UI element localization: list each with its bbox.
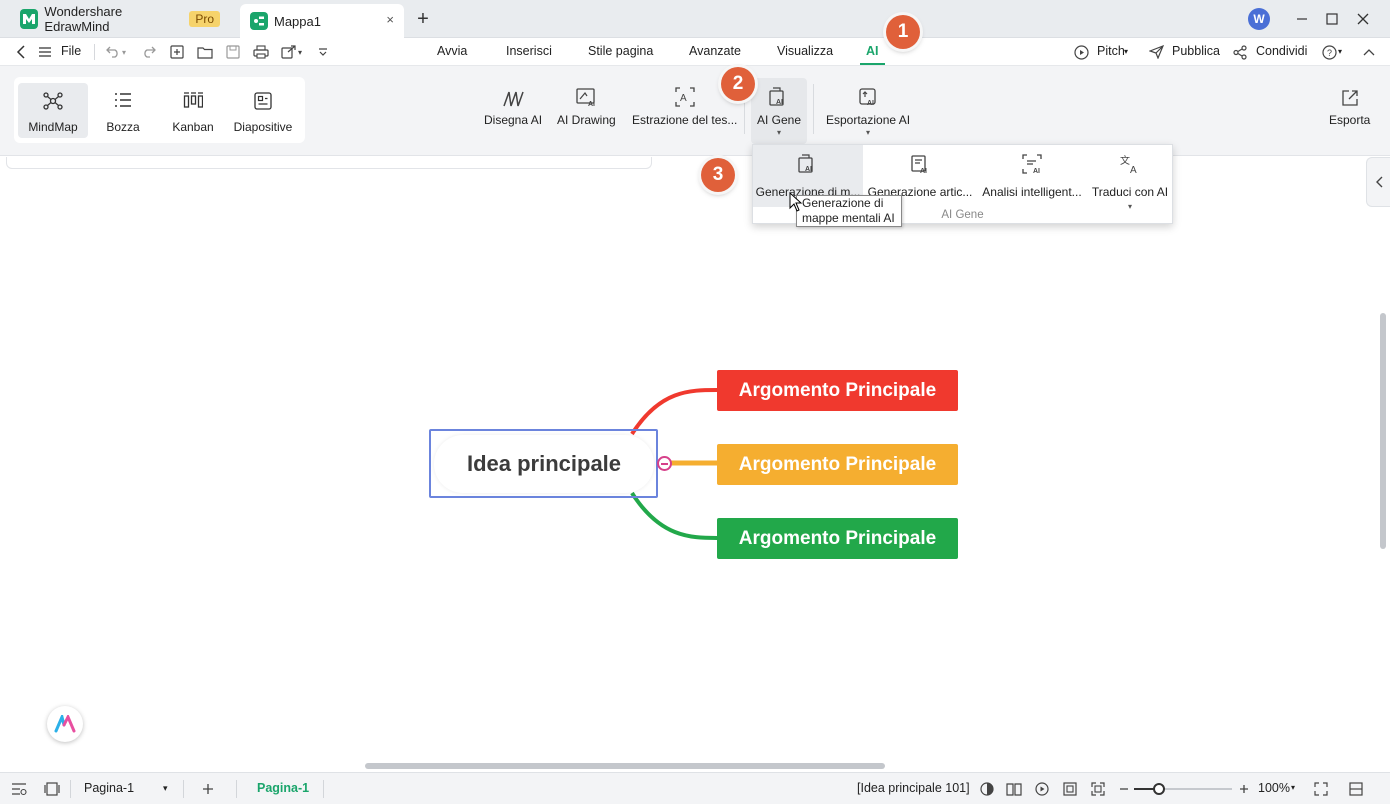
ai-mindmap-generation-icon: AI (797, 153, 819, 175)
svg-text:AI: AI (1033, 168, 1040, 175)
fullscreen-icon[interactable] (1313, 781, 1329, 797)
zoom-in-icon[interactable] (1236, 781, 1252, 797)
tooltip: Generazione di mappe mentali AI (796, 195, 902, 227)
separator (70, 780, 71, 798)
mouse-cursor-icon (789, 192, 803, 212)
fit-page-icon[interactable] (1062, 781, 1078, 797)
tooltip-line-2: mappe mentali AI (802, 211, 895, 225)
ai-smart-analysis-label: Analisi intelligent... (982, 185, 1082, 199)
svg-text:A: A (1130, 165, 1137, 175)
collapse-branch-icon[interactable] (657, 456, 672, 471)
panel-toggle-icon[interactable] (1348, 781, 1364, 797)
fit-screen-icon[interactable] (1090, 781, 1106, 797)
zoom-out-icon[interactable] (1116, 781, 1132, 797)
status-bar: Pagina-1 ▾ Pagina-1 [Idea principale 101… (0, 772, 1390, 804)
svg-text:文: 文 (1120, 154, 1130, 167)
zoom-level[interactable]: 100% (1258, 781, 1290, 795)
add-page-icon[interactable] (200, 781, 216, 797)
book-view-icon[interactable] (1006, 781, 1022, 797)
theme-icon[interactable] (979, 781, 995, 797)
zoom-slider-handle[interactable] (1153, 783, 1165, 795)
vertical-scrollbar[interactable] (1380, 313, 1386, 549)
ai-assistant-button[interactable] (47, 706, 83, 742)
separator (183, 780, 184, 798)
horizontal-scrollbar[interactable] (365, 763, 885, 769)
ai-smart-analysis-icon: AI (1021, 153, 1043, 175)
ai-article-generation-icon: AI (909, 153, 931, 175)
ai-smart-analysis-item[interactable]: AI Analisi intelligent... (977, 145, 1087, 207)
mindmap-connectors (630, 388, 718, 540)
zoom-dropdown-icon[interactable]: ▾ (1291, 783, 1295, 792)
central-topic[interactable]: Idea principale (434, 435, 654, 493)
svg-text:AI: AI (920, 168, 927, 175)
page-select-dropdown-icon[interactable]: ▾ (163, 783, 168, 794)
main-topic-2[interactable]: Argomento Principale (717, 444, 958, 485)
page-list-icon[interactable] (11, 781, 27, 797)
play-icon[interactable] (1034, 781, 1050, 797)
ai-translate-label: Traduci con AI (1091, 185, 1169, 199)
main-topic-3[interactable]: Argomento Principale (717, 518, 958, 559)
zoom-slider-track[interactable] (1134, 783, 1232, 795)
page-thumbnails-icon[interactable] (44, 781, 60, 797)
step-badge-2: 2 (721, 67, 755, 101)
step-badge-3: 3 (701, 158, 735, 192)
tooltip-line-1: Generazione di (802, 196, 884, 210)
side-panel-toggle[interactable] (1366, 157, 1390, 207)
active-page-tab[interactable]: Pagina-1 (257, 781, 309, 795)
ai-translate-item[interactable]: 文A Traduci con AI ▾ (1089, 145, 1171, 211)
step-badge-1: 1 (886, 15, 920, 49)
svg-text:AI: AI (805, 166, 812, 173)
ai-assistant-icon (54, 715, 76, 733)
main-topic-1[interactable]: Argomento Principale (717, 370, 958, 411)
separator (323, 780, 324, 798)
selection-info: [Idea principale 101] (857, 781, 970, 795)
page-select[interactable]: Pagina-1 (84, 781, 134, 795)
translate-icon: 文A (1119, 153, 1141, 175)
separator (236, 780, 237, 798)
